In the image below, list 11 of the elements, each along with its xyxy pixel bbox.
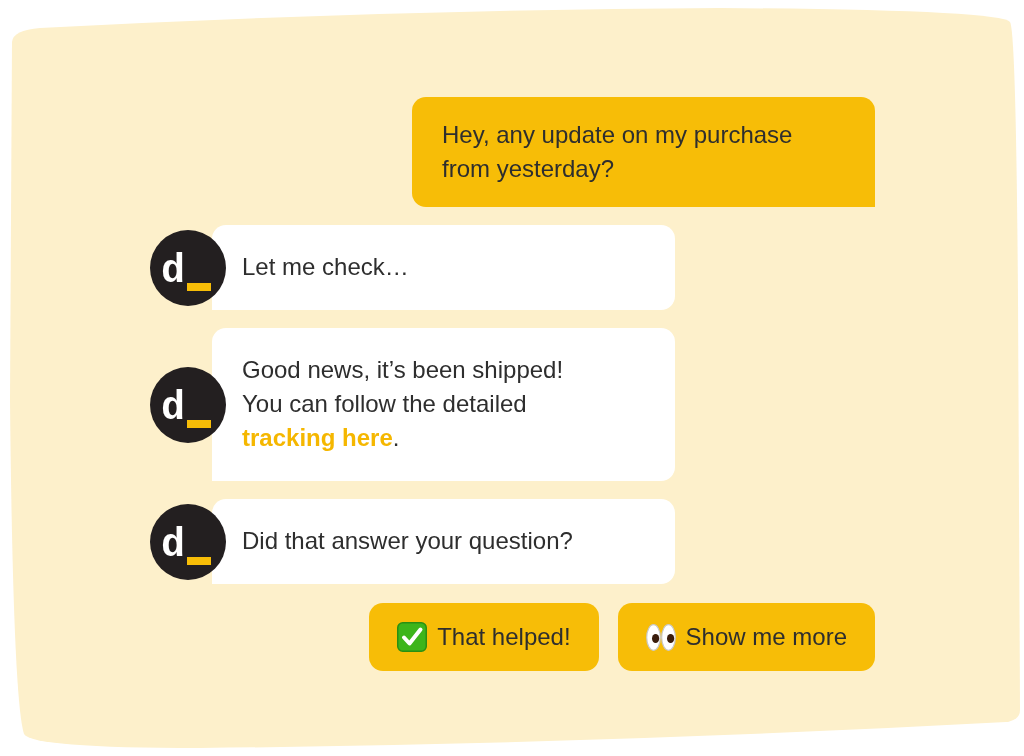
bot-avatar: d [150, 229, 226, 306]
quick-reply-button[interactable]: Show me more [617, 603, 875, 671]
message-text: Hey, any update on my purchase from yesterday? [442, 120, 794, 184]
bot-avatar: d [150, 366, 226, 443]
eyes-icon [645, 623, 676, 651]
message-text: Good news, it’s been shipped! You can follow the detailed tracking here. [242, 355, 565, 453]
bot-avatar: d [150, 503, 226, 580]
check-mark-icon [397, 622, 428, 652]
message-text: Let me check… [242, 252, 410, 282]
quick-reply-button[interactable]: That helped! [369, 603, 599, 671]
message-text: Did that answer your question? [242, 526, 574, 556]
